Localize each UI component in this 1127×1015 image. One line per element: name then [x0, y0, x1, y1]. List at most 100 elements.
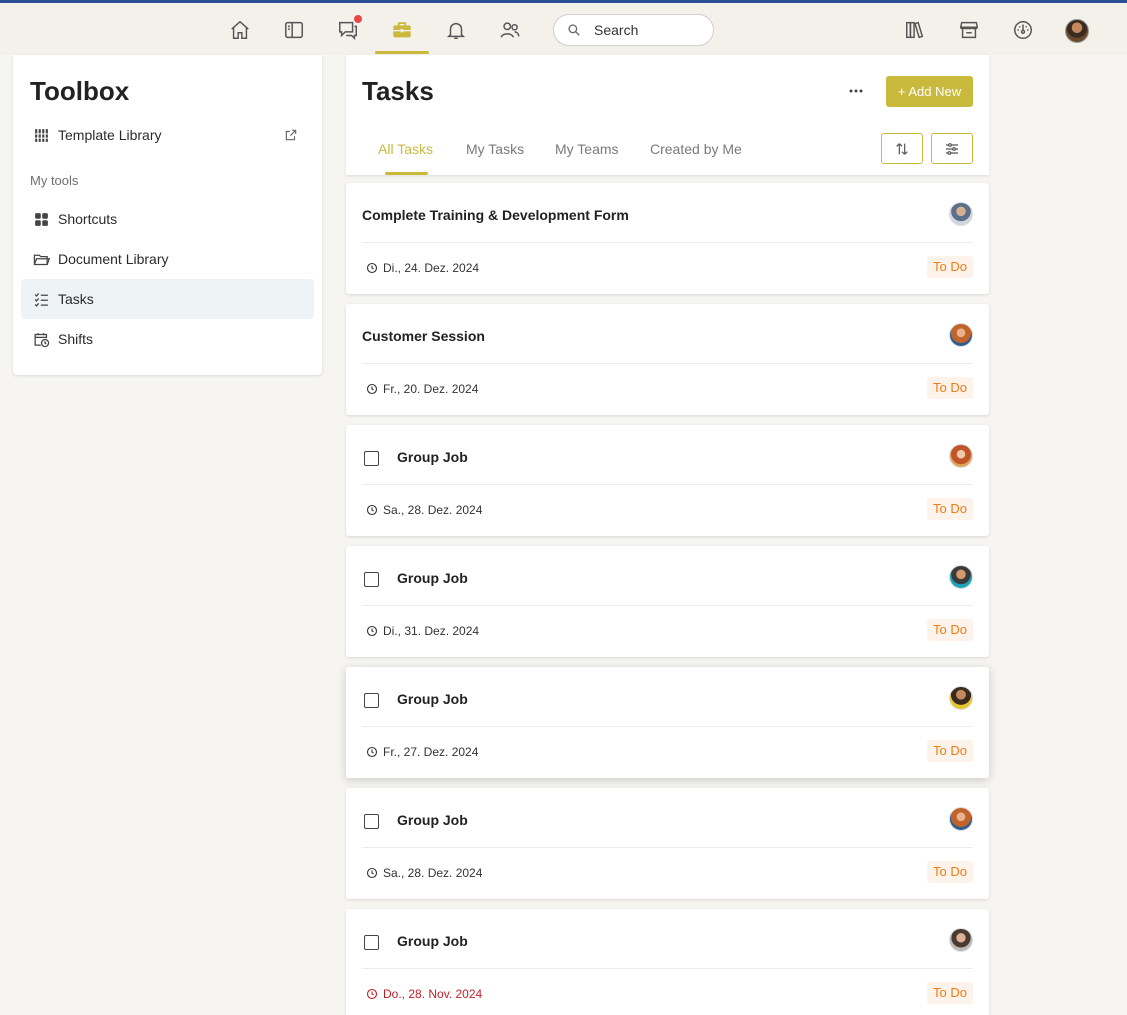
- chat-icon[interactable]: [335, 14, 363, 43]
- divider: [362, 726, 973, 727]
- divider: [362, 242, 973, 243]
- library-icon[interactable]: [902, 17, 928, 43]
- user-avatar[interactable]: [1065, 19, 1089, 43]
- clock-icon: [366, 383, 378, 395]
- add-new-button[interactable]: + Add New: [886, 76, 973, 107]
- status-badge: To Do: [927, 982, 973, 1004]
- folder-icon: [33, 251, 50, 268]
- status-badge: To Do: [927, 256, 973, 278]
- more-options-button[interactable]: [843, 82, 869, 100]
- task-card[interactable]: Group Job Do., 28. Nov. 2024 To Do: [346, 909, 989, 1015]
- divider: [362, 847, 973, 848]
- tasks-header: Tasks + Add New All Tasks My Tasks My Te…: [346, 55, 989, 175]
- task-checkbox[interactable]: [364, 814, 379, 829]
- notification-dot: [353, 14, 363, 24]
- due-date: Di., 24. Dez. 2024: [366, 261, 479, 275]
- assignee-avatar[interactable]: [949, 202, 973, 226]
- library-icon: [33, 127, 50, 144]
- task-card[interactable]: Group Job Di., 31. Dez. 2024 To Do: [346, 546, 989, 657]
- filter-button[interactable]: [931, 133, 973, 164]
- assignee-avatar[interactable]: [949, 686, 973, 710]
- sort-icon: [896, 142, 908, 155]
- task-checkbox[interactable]: [364, 451, 379, 466]
- due-date-text: Fr., 20. Dez. 2024: [383, 382, 479, 396]
- tab-created-by-me[interactable]: Created by Me: [650, 141, 742, 157]
- store-icon[interactable]: [956, 17, 982, 43]
- home-icon[interactable]: [227, 17, 253, 43]
- sidebar-panel-icon[interactable]: [281, 17, 307, 43]
- task-card[interactable]: Group Job Fr., 27. Dez. 2024 To Do: [346, 667, 989, 778]
- task-title: Group Job: [397, 570, 468, 586]
- task-checkbox[interactable]: [364, 935, 379, 950]
- tab-my-teams[interactable]: My Teams: [555, 141, 619, 157]
- task-title: Complete Training & Development Form: [362, 207, 629, 223]
- shortcuts-icon: [33, 211, 50, 228]
- task-title: Customer Session: [362, 328, 485, 344]
- due-date: Sa., 28. Dez. 2024: [366, 503, 482, 517]
- sidebar-item-label: Shortcuts: [58, 211, 118, 227]
- page-title: Tasks: [362, 76, 434, 106]
- active-nav-indicator: [375, 51, 429, 54]
- external-link-icon[interactable]: [284, 128, 298, 142]
- clock-icon: [366, 867, 378, 879]
- due-date: Fr., 27. Dez. 2024: [366, 745, 478, 759]
- divider: [362, 605, 973, 606]
- status-badge: To Do: [927, 861, 973, 883]
- due-date-text: Di., 24. Dez. 2024: [383, 261, 480, 275]
- due-date: Di., 31. Dez. 2024: [366, 624, 479, 638]
- template-library-label: Template Library: [58, 127, 162, 143]
- divider: [362, 363, 973, 364]
- template-library-link[interactable]: Template Library: [21, 115, 314, 155]
- assignee-avatar[interactable]: [949, 444, 973, 468]
- status-badge: To Do: [927, 377, 973, 399]
- tab-all-tasks[interactable]: All Tasks: [378, 141, 433, 157]
- task-card[interactable]: Group Job Sa., 28. Dez. 2024 To Do: [346, 788, 989, 899]
- assignee-avatar[interactable]: [949, 807, 973, 831]
- task-card[interactable]: Customer Session Fr., 20. Dez. 2024 To D…: [346, 304, 989, 415]
- assignee-avatar[interactable]: [949, 928, 973, 952]
- divider: [362, 968, 973, 969]
- task-card[interactable]: Complete Training & Development Form Di.…: [346, 183, 989, 294]
- assignee-avatar[interactable]: [949, 565, 973, 589]
- task-card[interactable]: Group Job Sa., 28. Dez. 2024 To Do: [346, 425, 989, 536]
- task-title: Group Job: [397, 933, 468, 949]
- clock-icon: [366, 262, 378, 274]
- due-date: Do., 28. Nov. 2024: [366, 987, 482, 1001]
- active-tab-indicator: [385, 172, 428, 175]
- search-box[interactable]: [553, 14, 714, 46]
- sidebar-item-label: Shifts: [58, 331, 94, 347]
- toolbox-icon[interactable]: [389, 17, 415, 43]
- due-date: Sa., 28. Dez. 2024: [366, 866, 482, 880]
- tasks-icon: [33, 291, 50, 308]
- toolbox-sidebar: Toolbox Template Library My tools Shortc…: [13, 55, 322, 375]
- people-icon[interactable]: [497, 17, 523, 43]
- dashboard-icon[interactable]: [1010, 17, 1036, 43]
- due-date-text: Fr., 27. Dez. 2024: [383, 745, 479, 759]
- task-title: Group Job: [397, 449, 468, 465]
- sidebar-title: Toolbox: [30, 76, 130, 106]
- bell-icon[interactable]: [443, 17, 469, 43]
- task-checkbox[interactable]: [364, 693, 379, 708]
- assignee-avatar[interactable]: [949, 323, 973, 347]
- tab-my-tasks[interactable]: My Tasks: [466, 141, 524, 157]
- due-date-text: Sa., 28. Dez. 2024: [383, 503, 483, 517]
- clock-icon: [366, 988, 378, 1000]
- due-date: Fr., 20. Dez. 2024: [366, 382, 478, 396]
- search-icon: [568, 24, 580, 36]
- due-date-text: Do., 28. Nov. 2024: [383, 987, 483, 1001]
- sort-button[interactable]: [881, 133, 923, 164]
- clock-icon: [366, 504, 378, 516]
- task-checkbox[interactable]: [364, 572, 379, 587]
- search-input[interactable]: [594, 22, 704, 38]
- status-badge: To Do: [927, 740, 973, 762]
- task-title: Group Job: [397, 812, 468, 828]
- sidebar-item-tasks[interactable]: Tasks: [21, 279, 314, 319]
- sidebar-item-document-library[interactable]: Document Library: [21, 239, 314, 279]
- top-nav-bar: [0, 0, 1127, 55]
- sidebar-item-shifts[interactable]: Shifts: [21, 319, 314, 359]
- sliders-icon: [946, 142, 958, 155]
- status-badge: To Do: [927, 498, 973, 520]
- calendar-clock-icon: [33, 331, 50, 348]
- divider: [362, 484, 973, 485]
- sidebar-item-shortcuts[interactable]: Shortcuts: [21, 199, 314, 239]
